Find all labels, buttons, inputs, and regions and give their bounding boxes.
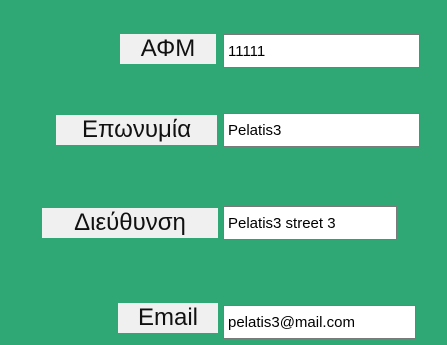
customer-form: ΑΦΜ Επωνυμία Διεύθυνση Email [0,0,447,345]
company-name-label: Επωνυμία [56,115,217,145]
company-name-field[interactable] [223,113,420,147]
address-field[interactable] [223,206,397,240]
afm-label: ΑΦΜ [120,34,216,64]
email-field[interactable] [223,305,416,339]
address-label: Διεύθυνση [42,208,218,238]
afm-field[interactable] [223,34,420,68]
email-label: Email [118,303,218,333]
